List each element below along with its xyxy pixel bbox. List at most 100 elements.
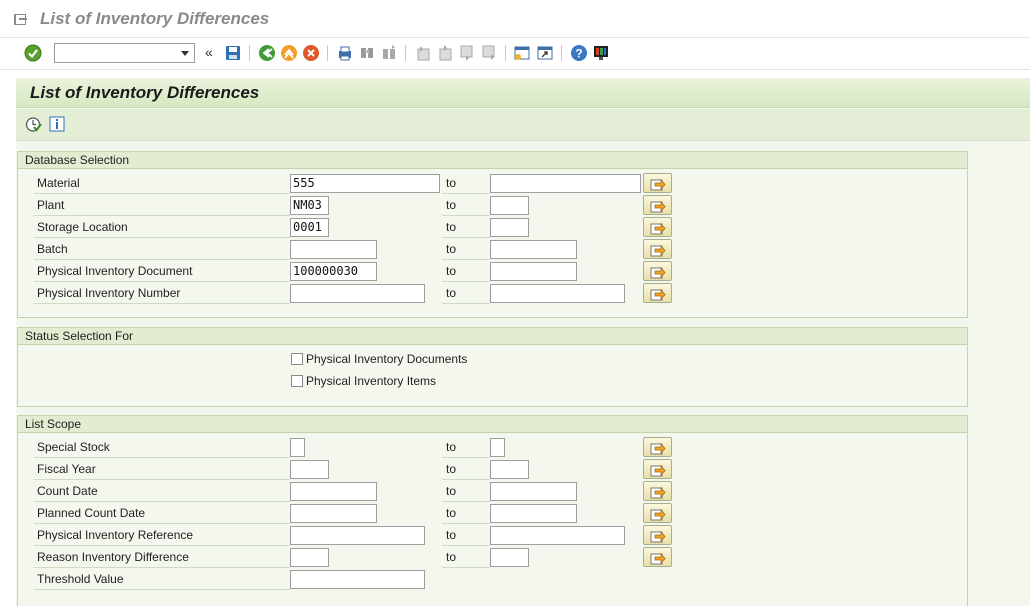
multiple-selection-icon <box>650 486 666 499</box>
new-session-icon[interactable] <box>513 44 531 62</box>
physical-inventory-number-label: Physical Inventory Number <box>34 284 290 304</box>
find-next-icon[interactable] <box>380 44 398 62</box>
physical-inventory-number-from-input[interactable] <box>290 284 425 303</box>
multiple-selection-icon <box>650 442 666 455</box>
special-stock-label: Special Stock <box>34 438 290 458</box>
material-from-input[interactable]: 555 <box>290 174 440 193</box>
next-page-icon[interactable] <box>458 44 476 62</box>
batch-to-input[interactable] <box>490 240 577 259</box>
find-icon[interactable] <box>358 44 376 62</box>
fiscal-year-multiple-selection-button[interactable] <box>643 459 672 479</box>
toolbar-separator <box>249 45 250 61</box>
fiscal-year-from-input[interactable] <box>290 460 329 479</box>
physical-inventory-number-multiple-selection-button[interactable] <box>643 283 672 303</box>
storage-location-multiple-selection-button[interactable] <box>643 217 672 237</box>
physical-inventory-number-to-input[interactable] <box>490 284 625 303</box>
physical-inventory-reference-row: Physical Inventory Reference to <box>18 524 969 546</box>
toolbar-separator <box>561 45 562 61</box>
batch-from-input[interactable] <box>290 240 377 259</box>
exit-icon[interactable] <box>280 44 298 62</box>
count-date-to-input[interactable] <box>490 482 577 501</box>
count-date-label: Count Date <box>34 482 290 502</box>
planned-count-date-to-input[interactable] <box>490 504 577 523</box>
toolbar-separator <box>405 45 406 61</box>
plant-to-input[interactable] <box>490 196 529 215</box>
physical-inventory-reference-to-input[interactable] <box>490 526 625 545</box>
storage-location-row: Storage Location 0001 to <box>18 216 969 238</box>
info-icon[interactable] <box>49 116 65 132</box>
chevron-down-icon[interactable] <box>181 51 189 56</box>
group-title: Database Selection <box>18 152 967 169</box>
command-field[interactable] <box>54 43 195 63</box>
range-to-label: to <box>442 482 490 502</box>
list-scope-group: List Scope Special Stock to Fiscal Year … <box>17 415 968 606</box>
collapse-icon[interactable]: « <box>205 44 213 60</box>
count-date-multiple-selection-button[interactable] <box>643 481 672 501</box>
physical-inventory-document-multiple-selection-button[interactable] <box>643 261 672 281</box>
customize-layout-icon[interactable] <box>592 44 610 62</box>
shortcut-icon[interactable] <box>536 44 554 62</box>
first-page-icon[interactable] <box>414 44 432 62</box>
svg-text:?: ? <box>575 47 582 61</box>
fiscal-year-row: Fiscal Year to <box>18 458 969 480</box>
plant-label: Plant <box>34 196 290 216</box>
storage-location-label: Storage Location <box>34 218 290 238</box>
multiple-selection-icon <box>650 200 666 213</box>
material-multiple-selection-button[interactable] <box>643 173 672 193</box>
plant-multiple-selection-button[interactable] <box>643 195 672 215</box>
planned-count-date-multiple-selection-button[interactable] <box>643 503 672 523</box>
fiscal-year-to-input[interactable] <box>490 460 529 479</box>
toolbar-separator <box>505 45 506 61</box>
range-to-label: to <box>442 548 490 568</box>
reason-inventory-difference-from-input[interactable] <box>290 548 329 567</box>
print-icon[interactable] <box>336 44 354 62</box>
last-page-icon[interactable] <box>480 44 498 62</box>
multiple-selection-icon <box>650 178 666 191</box>
range-to-label: to <box>442 284 490 304</box>
physical-inventory-documents-checkbox[interactable] <box>291 353 303 365</box>
physical-inventory-reference-multiple-selection-button[interactable] <box>643 525 672 545</box>
range-to-label: to <box>442 196 490 216</box>
application-toolbar <box>16 109 1030 141</box>
physical-inventory-document-from-input[interactable]: 100000030 <box>290 262 377 281</box>
save-icon[interactable] <box>224 44 242 62</box>
storage-location-to-input[interactable] <box>490 218 529 237</box>
previous-page-icon[interactable] <box>436 44 454 62</box>
multiple-selection-icon <box>650 552 666 565</box>
special-stock-from-input[interactable] <box>290 438 305 457</box>
help-icon[interactable]: ? <box>570 44 588 62</box>
selection-screen: List of Inventory Differences Database S… <box>16 78 1030 606</box>
status-selection-group: Status Selection For Physical Inventory … <box>17 327 968 407</box>
reason-inventory-difference-to-input[interactable] <box>490 548 529 567</box>
physical-inventory-items-checkbox[interactable] <box>291 375 303 387</box>
enter-icon[interactable] <box>24 44 42 62</box>
physical-inventory-reference-from-input[interactable] <box>290 526 425 545</box>
material-to-input[interactable] <box>490 174 641 193</box>
reason-inventory-difference-multiple-selection-button[interactable] <box>643 547 672 567</box>
multiple-selection-icon <box>650 288 666 301</box>
program-header: List of Inventory Differences <box>16 78 1030 108</box>
physical-inventory-document-to-input[interactable] <box>490 262 577 281</box>
multiple-selection-icon <box>650 530 666 543</box>
back-icon[interactable] <box>258 44 276 62</box>
physical-inventory-documents-label: Physical Inventory Documents <box>306 352 468 366</box>
batch-multiple-selection-button[interactable] <box>643 239 672 259</box>
plant-from-input[interactable]: NM03 <box>290 196 329 215</box>
range-to-label: to <box>442 262 490 282</box>
toolbar-separator <box>327 45 328 61</box>
cancel-icon[interactable] <box>302 44 320 62</box>
planned-count-date-row: Planned Count Date to <box>18 502 969 524</box>
exit-menu-icon[interactable] <box>14 14 27 25</box>
planned-count-date-from-input[interactable] <box>290 504 377 523</box>
execute-icon[interactable] <box>25 116 42 133</box>
storage-location-from-input[interactable]: 0001 <box>290 218 329 237</box>
special-stock-to-input[interactable] <box>490 438 505 457</box>
material-row: Material 555 to <box>18 172 969 194</box>
threshold-value-input[interactable] <box>290 570 425 589</box>
special-stock-multiple-selection-button[interactable] <box>643 437 672 457</box>
range-to-label: to <box>442 240 490 260</box>
count-date-from-input[interactable] <box>290 482 377 501</box>
physical-inventory-reference-label: Physical Inventory Reference <box>34 526 290 546</box>
window-title: List of Inventory Differences <box>40 9 270 28</box>
physical-inventory-document-row: Physical Inventory Document 100000030 to <box>18 260 969 282</box>
